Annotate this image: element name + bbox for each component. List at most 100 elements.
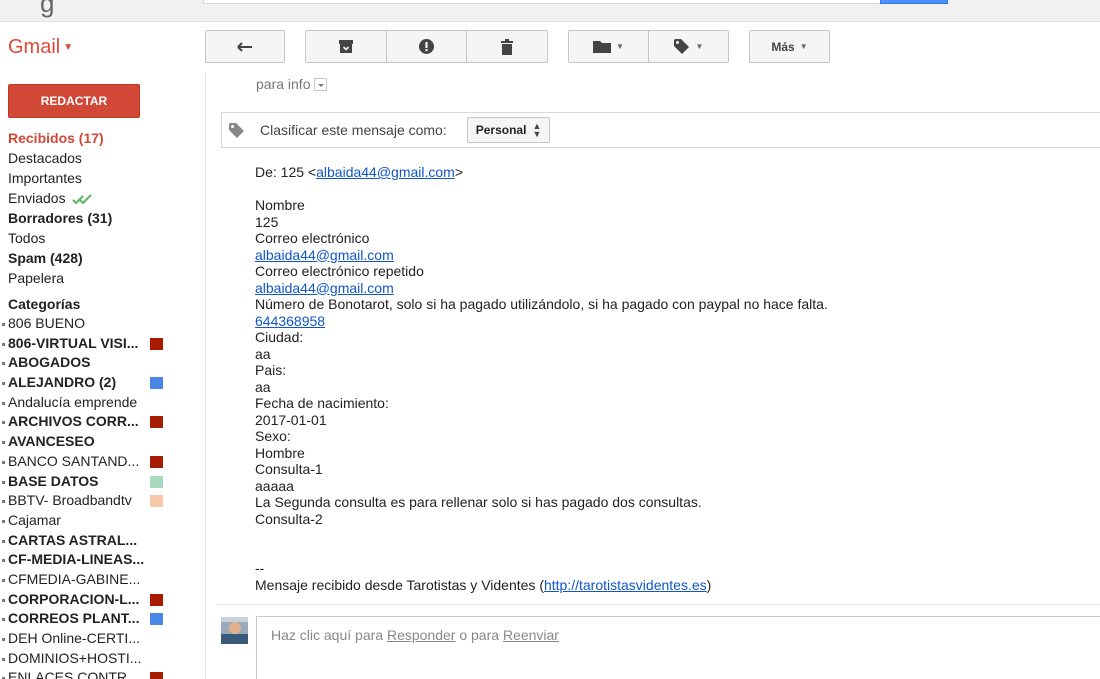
compose-button[interactable]: REDACTAR	[8, 84, 140, 118]
sidebar-category-item[interactable]: BANCO SANTAND...	[2, 452, 198, 472]
sidebar-category-item[interactable]: 806 BUENO	[2, 314, 198, 334]
sidebar-category-item[interactable]: CF-MEDIA-LINEAS...	[2, 550, 198, 570]
message-body: De: 125 <albaida44@gmail.com> Nombre 125 C…	[255, 164, 1095, 593]
search-button[interactable]	[880, 0, 948, 4]
bullet-icon	[2, 519, 5, 523]
categories-header[interactable]: Categorías	[8, 294, 198, 314]
sidebar-item-drafts[interactable]: Borradores (31)	[8, 208, 198, 228]
category-label: Cajamar	[8, 511, 61, 528]
body-text-line: Consulta-1	[255, 461, 1095, 478]
body-text: Consulta-2	[255, 510, 323, 527]
label-color-swatch[interactable]	[150, 672, 163, 679]
report-spam-button[interactable]	[386, 30, 467, 63]
label-color-swatch[interactable]	[150, 337, 163, 350]
chevron-down-icon: ▼	[799, 42, 808, 51]
sidebar-item-spam[interactable]: Spam (428)	[8, 248, 198, 268]
body-text: aa	[255, 378, 271, 395]
body-text: Sexo:	[255, 428, 291, 444]
classify-label: Clasificar este mensaje como:	[260, 122, 447, 138]
body-text: La Segunda consulta es para rellenar sol…	[255, 494, 702, 510]
sidebar-category-item[interactable]: CFMEDIA-GABINE...	[2, 570, 198, 590]
category-label: CORPORACION-L...	[8, 590, 140, 607]
category-label: ARCHIVOS CORR...	[8, 413, 139, 430]
label-color-swatch[interactable]	[150, 495, 163, 508]
sidebar-category-item[interactable]: Cajamar	[2, 511, 198, 531]
more-button[interactable]: Más ▼	[749, 30, 830, 63]
sidebar-category-item[interactable]: ARCHIVOS CORR...	[2, 412, 198, 432]
label-color-swatch[interactable]	[150, 475, 163, 488]
body-text-line: La Segunda consulta es para rellenar sol…	[255, 494, 1095, 511]
reply-link[interactable]: Responder	[387, 627, 456, 643]
sidebar-item-label: Enviados	[8, 190, 66, 206]
bullet-icon	[2, 362, 5, 366]
archive-icon	[339, 40, 353, 53]
show-details-dropdown[interactable]	[314, 77, 328, 91]
bullet-icon	[2, 638, 5, 641]
delete-button[interactable]	[466, 30, 548, 63]
back-button[interactable]	[205, 30, 285, 63]
sidebar-category-item[interactable]: CORREOS PLANT...	[2, 609, 198, 629]
forward-link[interactable]: Reenviar	[503, 627, 559, 643]
sidebar-nav: Recibidos (17) Destacados Importantes En…	[2, 128, 198, 679]
body-text-line: Hombre	[255, 445, 1095, 462]
sidebar-category-item[interactable]: BBTV- Broadbandtv	[2, 491, 198, 511]
category-label: DEH Online-CERTI...	[8, 630, 140, 646]
bullet-icon	[2, 578, 5, 582]
footer-link[interactable]: http://tarotistasvidentes.es	[544, 577, 707, 593]
body-text: Consulta-1	[255, 461, 323, 477]
more-button-label: Más	[771, 39, 795, 54]
label-color-swatch[interactable]	[150, 613, 163, 626]
classify-bar: Clasificar este mensaje como: Personal ▲…	[221, 112, 1100, 148]
gmail-menu[interactable]: Gmail ▼	[8, 36, 73, 59]
bullet-icon	[2, 657, 5, 661]
label-icon	[673, 39, 689, 54]
category-select[interactable]: Personal ▲ ▼	[466, 117, 551, 143]
archive-button[interactable]	[305, 30, 387, 63]
sidebar-item-sent[interactable]: Enviados	[8, 188, 198, 208]
category-label: BANCO SANTAND...	[8, 452, 140, 469]
sidebar-item-inbox[interactable]: Recibidos (17)	[8, 128, 198, 148]
reply-box[interactable]: Haz clic aquí para Responder o para Reen…	[256, 616, 1100, 679]
body-link[interactable]: albaida44@gmail.com	[255, 247, 394, 263]
from-line: De: 125 <albaida44@gmail.com>	[255, 164, 1095, 181]
sidebar-category-item[interactable]: DOMINIOS+HOSTI...	[2, 649, 198, 669]
body-text-line: Correo electrónico	[255, 230, 1095, 247]
sidebar-category-item[interactable]: 806-VIRTUAL VISI...	[2, 334, 198, 354]
sidebar-category-item[interactable]: ALEJANDRO (2)	[2, 373, 198, 393]
labels-button[interactable]: ▼	[648, 30, 729, 63]
body-text: Número de Bonotarot, solo si ha pagado u…	[255, 296, 828, 312]
body-link[interactable]: 644368958	[255, 313, 325, 329]
label-color-swatch[interactable]	[150, 593, 163, 606]
search-input[interactable]	[203, 0, 893, 4]
body-text: Fecha de nacimiento:	[255, 395, 389, 411]
move-to-button[interactable]: ▼	[568, 30, 649, 63]
category-label: CORREOS PLANT...	[8, 610, 140, 627]
label-color-swatch[interactable]	[150, 416, 163, 429]
recipients-text: para info	[256, 76, 311, 92]
sidebar-category-item[interactable]: CARTAS ASTRAL...	[2, 531, 198, 551]
sidebar-category-item[interactable]: ABOGADOS	[2, 353, 198, 373]
footer-line: Mensaje recibido desde Tarotistas y Vide…	[255, 577, 1095, 594]
sidebar-category-item[interactable]: CORPORACION-L...	[2, 590, 198, 610]
sidebar-category-item[interactable]: DEH Online-CERTI...	[2, 629, 198, 649]
bullet-icon	[2, 559, 5, 563]
body-text: Ciudad:	[255, 329, 304, 345]
body-link[interactable]: albaida44@gmail.com	[255, 280, 394, 296]
sidebar-item-trash[interactable]: Papelera	[8, 268, 198, 288]
from-email-link[interactable]: albaida44@gmail.com	[316, 164, 455, 180]
sidebar-category-item[interactable]: BASE DATOS	[2, 472, 198, 492]
sidebar-category-item[interactable]: Andalucía emprende	[2, 393, 198, 413]
sidebar-item-starred[interactable]: Destacados	[8, 148, 198, 168]
label-color-swatch[interactable]	[150, 455, 163, 468]
folder-icon	[593, 41, 612, 53]
body-text: aaaaa	[255, 477, 294, 494]
body-text-line: Consulta-2	[255, 511, 1095, 528]
category-list: 806 BUENO 806-VIRTUAL VISI... ABOGADOS ALEJ…	[2, 314, 198, 679]
sidebar-category-item[interactable]: AVANCESEO	[2, 432, 198, 452]
message-view: para info Clasificar este mensaje como: …	[205, 72, 1100, 679]
label-color-swatch[interactable]	[150, 377, 163, 390]
sidebar-item-important[interactable]: Importantes	[8, 168, 198, 188]
sidebar-category-item[interactable]: ENLACES CONTR...	[2, 668, 198, 679]
category-label: CARTAS ASTRAL...	[8, 531, 138, 548]
sidebar-item-all-mail[interactable]: Todos	[8, 228, 198, 248]
